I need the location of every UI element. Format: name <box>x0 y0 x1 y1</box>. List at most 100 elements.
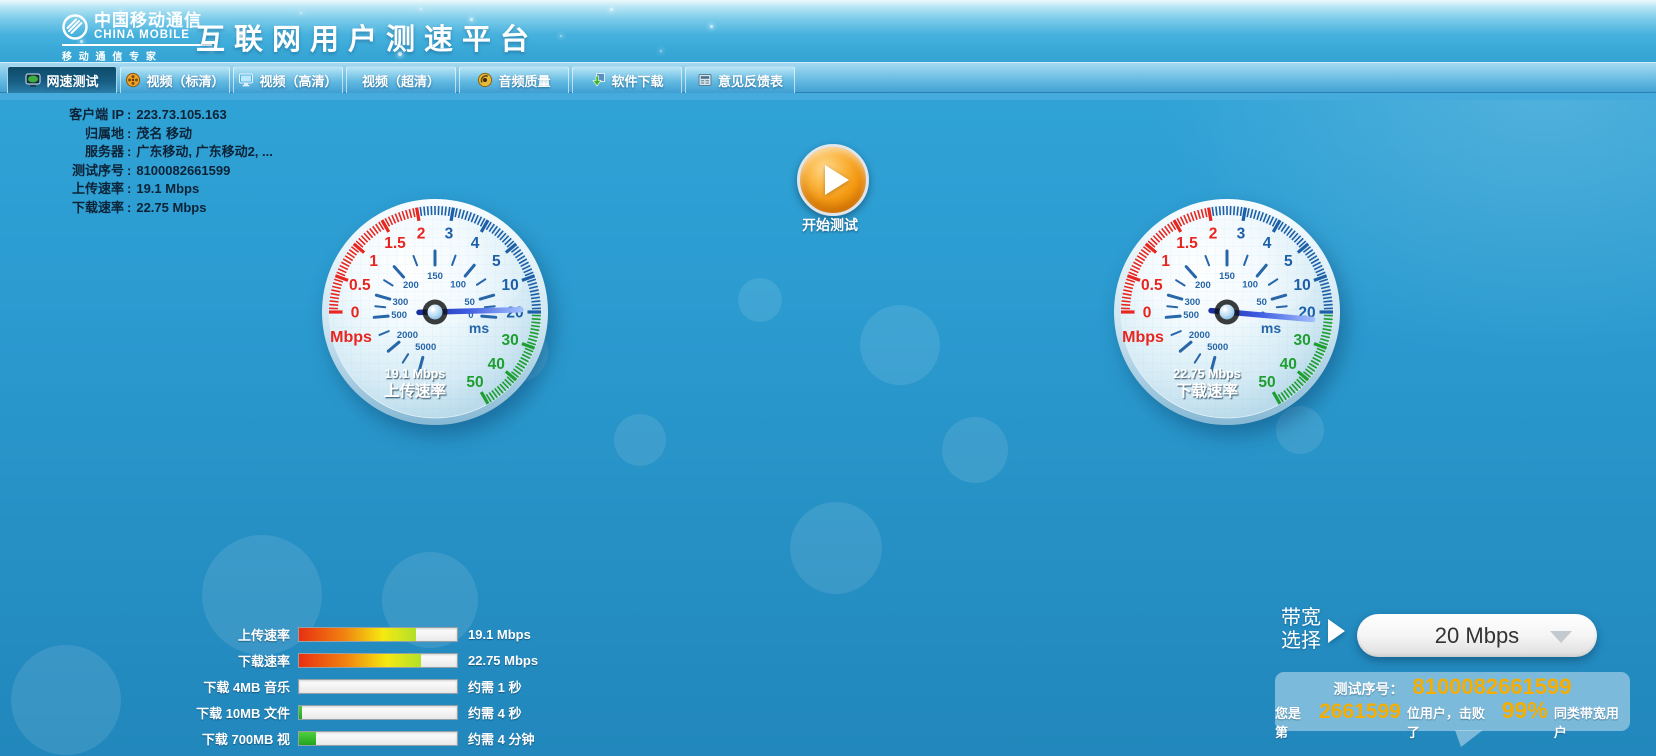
play-icon <box>825 165 849 195</box>
speed-test-icon <box>25 72 41 88</box>
sparkle <box>660 50 662 52</box>
bandwidth-arrow-icon <box>1328 619 1345 643</box>
tab-video-hd[interactable]: 视频（高清） <box>233 66 343 93</box>
progress-fill <box>299 628 416 641</box>
tab-feedback[interactable]: 意见反馈表 <box>685 66 795 93</box>
gauge-inner-label: 500 <box>1183 310 1199 321</box>
tab-label: 网速测试 <box>46 71 98 90</box>
info-row: 测试序号:8100082661599 <box>28 162 273 181</box>
progress-row: 上传速率19.1 Mbps <box>130 621 538 647</box>
gauge-value: 19.1 Mbps <box>385 367 445 381</box>
bokeh-circle <box>790 502 882 594</box>
sparkle <box>300 12 302 14</box>
upload-gauge-container: 00.511.523451020304050Mbps05010015020030… <box>315 192 555 432</box>
progress-label: 上传速率 <box>130 625 298 644</box>
progress-value: 约需 4 分钟 <box>458 729 534 748</box>
gauge-inner-label: 200 <box>1195 280 1211 291</box>
gauge-scale-label: 3 <box>445 226 454 243</box>
test-serial-box: 测试序号： 8100082661599 您是第 2661599 位用户，击败了 … <box>1275 672 1630 731</box>
tab-label: 音频质量 <box>498 71 550 90</box>
info-value: 茂名 移动 <box>136 125 192 144</box>
progress-fill <box>299 706 302 719</box>
progress-row: 下载 4MB 音乐约需 1 秒 <box>130 673 538 699</box>
tab-label: 视频（超清） <box>362 71 440 90</box>
gauge-inner-label: 2000 <box>1189 330 1210 341</box>
progress-row: 下载 700MB 视约需 4 分钟 <box>130 725 538 751</box>
progress-bar <box>298 627 458 642</box>
progress-value: 约需 4 秒 <box>458 703 521 722</box>
gauge-caption: 下载速率 <box>1176 381 1239 400</box>
tab-label: 软件下载 <box>611 71 663 90</box>
progress-label: 下载 10MB 文件 <box>130 703 298 722</box>
info-value: 8100082661599 <box>136 162 230 181</box>
gauge-scale-label: 3 <box>1237 226 1246 243</box>
info-row: 服务器:广东移动, 广东移动2, ... <box>28 143 273 162</box>
gauge-scale-label: 10 <box>1294 277 1311 294</box>
progress-value: 22.75 Mbps <box>458 653 538 668</box>
info-value: 广东移动, 广东移动2, ... <box>136 143 273 162</box>
tab-speed-test[interactable]: 网速测试 <box>7 66 117 93</box>
info-row: 客户端 IP:223.73.105.163 <box>28 106 273 125</box>
download-icon <box>590 72 606 88</box>
bokeh-circle <box>614 414 666 466</box>
gauge-inner-label: 100 <box>1242 279 1258 290</box>
tab-label: 视频（标清） <box>146 71 224 90</box>
gauge-scale-label: 40 <box>488 356 505 373</box>
bokeh-circle <box>738 278 782 322</box>
tab-video-uhd[interactable]: 视频（超清） <box>346 66 456 93</box>
start-test-label: 开始测试 <box>802 215 858 235</box>
gauge-inner-label: 150 <box>427 271 443 282</box>
bokeh-circle <box>942 417 1008 483</box>
user-count: 2661599 <box>1319 700 1401 724</box>
logo-cn-text: 中国移动通信 <box>94 12 212 29</box>
gauge-unit-ms: ms <box>1261 320 1281 336</box>
progress-label: 下载速率 <box>130 651 298 670</box>
feedback-form-icon <box>697 72 713 88</box>
speed-test-page: 中国移动通信 CHINA MOBILE 移 动 通 信 专 家 互联网用户测速平… <box>0 0 1656 756</box>
gauge-inner-label: 5000 <box>1207 342 1228 353</box>
bokeh-circle <box>860 305 940 385</box>
progress-fill <box>299 732 316 745</box>
info-value: 19.1 Mbps <box>136 180 199 199</box>
sparkle <box>560 35 562 37</box>
tab-video-sd[interactable]: 视频（标清） <box>120 66 230 93</box>
progress-panel: 上传速率19.1 Mbps 下载速率 22.75 Mbps 下载 4MB 音乐约需 1… <box>130 621 538 751</box>
gauge-inner-label: 50 <box>464 297 475 308</box>
logo-divider <box>62 44 212 46</box>
gauge-scale-label: 1 <box>1161 253 1170 270</box>
info-label: 上传速率 <box>28 180 124 199</box>
sparkle <box>610 8 613 11</box>
gauge-scale-label: 0 <box>351 305 360 322</box>
start-test-button[interactable] <box>797 144 869 216</box>
progress-bar <box>298 653 458 668</box>
download-gauge: 00.511.523451020304050Mbps05010015020030… <box>1107 192 1347 432</box>
gauge-scale-label: 2 <box>417 226 426 243</box>
gauge-unit-mbps: Mbps <box>330 329 372 346</box>
tab-bar: 网速测试 视频（标清） 视频（高清） 视频（超清） 音频质量 软件下载 意见反馈表 <box>0 62 1656 93</box>
progress-row: 下载速率 22.75 Mbps <box>130 647 538 673</box>
gauge-inner-label: 300 <box>1184 297 1200 308</box>
progress-fill <box>299 654 421 667</box>
gauge-inner-label: 2000 <box>397 330 418 341</box>
audio-disc-icon <box>477 72 493 88</box>
speech-bubble-tail <box>1455 730 1483 747</box>
tab-label: 视频（高清） <box>259 71 337 90</box>
tab-software-download[interactable]: 软件下载 <box>572 66 682 93</box>
gauge-scale-label: 4 <box>471 235 480 252</box>
progress-bar <box>298 679 458 694</box>
upload-gauge: 00.511.523451020304050Mbps05010015020030… <box>315 192 555 432</box>
tab-audio-quality[interactable]: 音频质量 <box>459 66 569 93</box>
logo-en-text: CHINA MOBILE <box>94 29 212 42</box>
gauge-inner-label: 150 <box>1219 271 1235 282</box>
info-row: 归属地:茂名 移动 <box>28 125 273 144</box>
gauge-scale-label: 2 <box>1209 226 1218 243</box>
gauge-value: 22.75 Mbps <box>1173 367 1240 381</box>
gauge-inner-label: 300 <box>392 297 408 308</box>
progress-label: 下载 4MB 音乐 <box>130 677 298 696</box>
gauge-scale-label: 0.5 <box>349 277 371 294</box>
info-row: 下载速率:22.75 Mbps <box>28 199 273 218</box>
bandwidth-select[interactable]: 20 Mbps <box>1357 614 1597 657</box>
gauge-scale-label: 1 <box>369 253 378 270</box>
gauge-scale-label: 4 <box>1263 235 1272 252</box>
info-value: 223.73.105.163 <box>136 106 226 125</box>
